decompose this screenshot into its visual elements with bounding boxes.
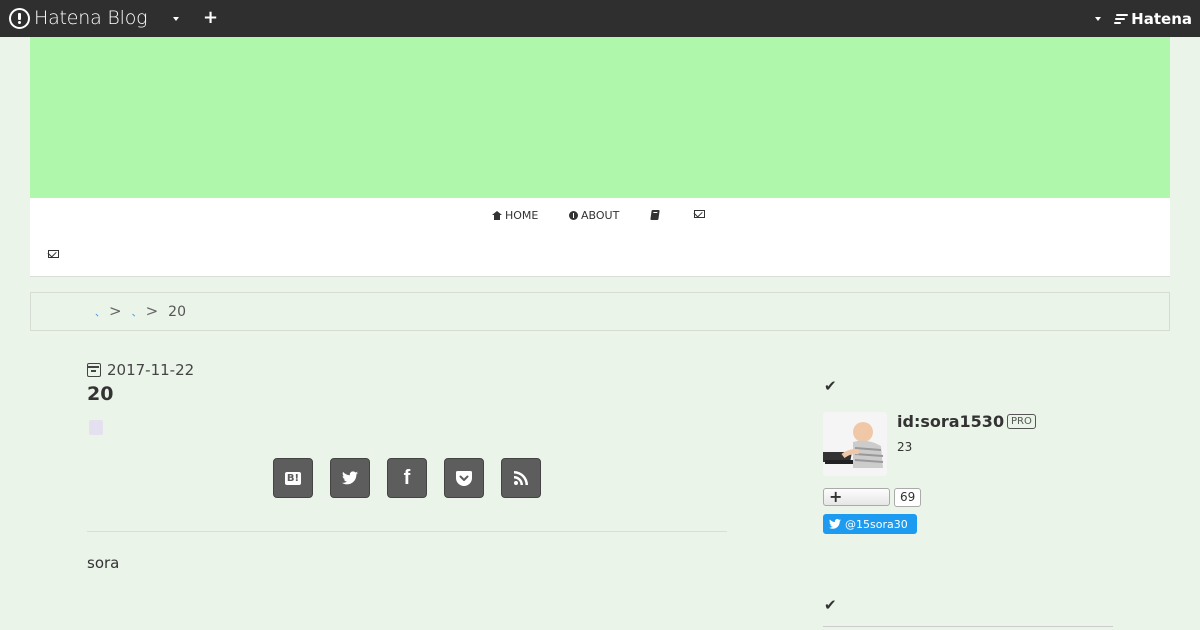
- home-icon: [492, 211, 502, 220]
- twitter-icon: [829, 519, 841, 529]
- nav-contact[interactable]: [694, 210, 705, 218]
- article-divider: [87, 531, 727, 532]
- user-menu-chevron-icon[interactable]: [1095, 17, 1101, 21]
- profile-avatar[interactable]: [823, 412, 887, 476]
- twitter-follow-button[interactable]: @15sora30: [823, 514, 917, 534]
- avatar-image: [823, 412, 887, 476]
- pocket-icon: [456, 470, 472, 486]
- facebook-share-button[interactable]: f: [387, 458, 427, 498]
- breadcrumb-current: 20: [168, 304, 186, 320]
- sidebar-section-check-icon: ✔: [824, 596, 837, 614]
- hatena-logo[interactable]: Hatena: [1114, 9, 1192, 29]
- breadcrumb: 、 > 、 > 20: [30, 292, 1170, 331]
- category-tag[interactable]: [89, 420, 103, 435]
- twitter-icon: [342, 471, 358, 485]
- breadcrumb-separator: >: [145, 302, 159, 320]
- subscriber-count: 69: [894, 488, 922, 507]
- blog-header-banner[interactable]: [30, 37, 1170, 198]
- facebook-icon: f: [403, 466, 411, 489]
- calendar-icon: [87, 363, 101, 377]
- rss-feed-button[interactable]: [501, 458, 541, 498]
- breadcrumb-link-1[interactable]: 、: [95, 304, 105, 319]
- nav-about-label: ABOUT: [581, 209, 620, 222]
- pocket-share-button[interactable]: [444, 458, 484, 498]
- chevron-down-icon[interactable]: [173, 17, 179, 21]
- nav-book[interactable]: [650, 210, 660, 220]
- book-icon: [650, 210, 660, 220]
- hatena-blog-logo[interactable]: Hatena Blog: [9, 6, 148, 30]
- hatena-bookmark-share-button[interactable]: B!: [273, 458, 313, 498]
- subscribe-button[interactable]: +: [823, 487, 890, 506]
- sidebar-section-check-icon: ✔: [824, 377, 837, 395]
- global-nav: HOME ABOUT: [30, 198, 1170, 277]
- mail-icon: [48, 250, 59, 258]
- global-header: Hatena Blog + Hatena: [0, 0, 1200, 37]
- hatena-blog-icon: [9, 7, 30, 29]
- article-body: sora: [87, 554, 120, 572]
- nav-mail-secondary[interactable]: [48, 250, 59, 258]
- hatena-bookmark-icon: B!: [284, 471, 302, 485]
- breadcrumb-separator: >: [109, 302, 122, 320]
- new-post-button[interactable]: +: [203, 9, 218, 27]
- hatena-text: Hatena: [1131, 10, 1192, 28]
- profile-count: 23: [897, 440, 913, 454]
- breadcrumb-link-2[interactable]: 、: [132, 304, 142, 319]
- pro-badge: PRO: [1007, 414, 1036, 429]
- rss-icon: [514, 471, 528, 485]
- profile-id[interactable]: id:sora1530: [897, 412, 1004, 431]
- nav-home-label: HOME: [505, 209, 539, 222]
- sidebar-divider: [823, 626, 1113, 627]
- article-date-text: 2017-11-22: [107, 361, 195, 379]
- article-title[interactable]: 20: [87, 383, 113, 405]
- article-date[interactable]: 2017-11-22: [87, 361, 194, 379]
- mail-icon: [694, 210, 705, 218]
- brand-text: Hatena Blog: [34, 7, 148, 29]
- nav-home[interactable]: HOME: [492, 209, 538, 222]
- nav-about[interactable]: ABOUT: [569, 209, 619, 222]
- twitter-handle: @15sora30: [845, 517, 908, 531]
- info-icon: [569, 211, 578, 220]
- hatena-mark-icon: [1114, 13, 1129, 25]
- twitter-share-button[interactable]: [330, 458, 370, 498]
- plus-icon: +: [829, 487, 843, 506]
